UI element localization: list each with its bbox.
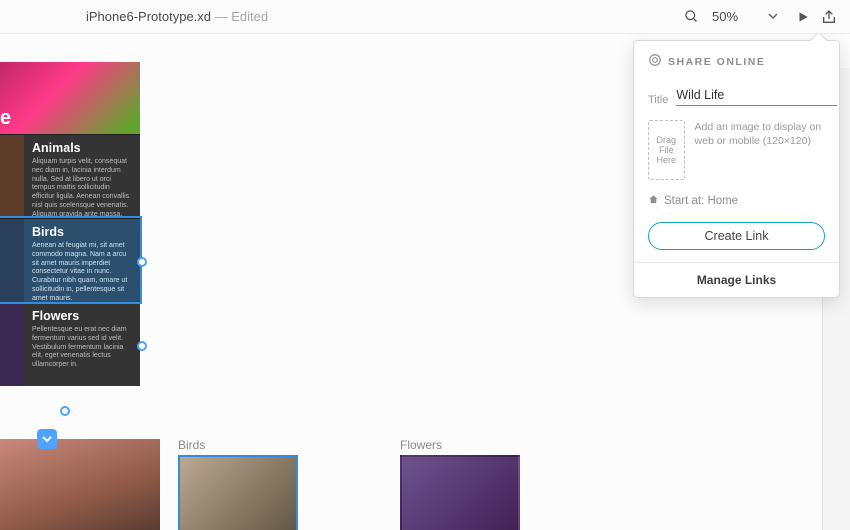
filename: iPhone6-Prototype.xd: [86, 9, 211, 24]
cloud-icon: [648, 53, 662, 70]
list-item-title: Animals: [32, 141, 132, 155]
prototype-canvas[interactable]: e Animals Aliquam turpis velit, consequa…: [0, 34, 850, 530]
share-button[interactable]: [816, 4, 842, 30]
zoom-control[interactable]: 50%: [678, 4, 778, 30]
create-link-label: Create Link: [705, 229, 769, 243]
flowers-artboard[interactable]: Flowers: [400, 438, 520, 530]
list-thumb-animals: [0, 135, 24, 218]
create-link-button[interactable]: Create Link: [648, 222, 825, 250]
top-bar: iPhone6-Prototype.xd — Edited 50%: [0, 0, 850, 34]
connection-handle[interactable]: [137, 257, 147, 267]
drop-zone-hint: Add an image to display on web or mobile…: [695, 120, 825, 180]
home-artboard[interactable]: e Animals Aliquam turpis velit, consequa…: [0, 62, 140, 386]
list-item-text: Aliquam turpis velit, consequat nec diam…: [32, 158, 132, 218]
zoom-value: 50%: [712, 9, 752, 24]
edited-indicator: — Edited: [211, 9, 268, 24]
list-item-title: Birds: [32, 225, 132, 239]
birds-artboard[interactable]: Birds: [178, 438, 298, 530]
list-item[interactable]: Animals Aliquam turpis velit, consequat …: [0, 134, 140, 218]
manage-links-label: Manage Links: [697, 273, 776, 287]
list-item[interactable]: Birds Aenean at feugiat mi, sit amet com…: [0, 218, 140, 302]
share-online-popover: SHARE ONLINE Title Drag File Here Add an…: [633, 40, 840, 298]
connection-handle[interactable]: [137, 341, 147, 351]
connection-handle[interactable]: [60, 406, 70, 416]
list-thumb-flowers: [0, 303, 24, 386]
artboard-label: Birds: [178, 438, 298, 452]
start-at-text: Start at: Home: [664, 195, 738, 207]
manage-links-button[interactable]: Manage Links: [634, 262, 839, 297]
popover-heading-text: SHARE ONLINE: [668, 56, 765, 68]
artboard-image: [400, 455, 520, 530]
popover-heading: SHARE ONLINE: [634, 41, 839, 80]
home-icon: [648, 194, 659, 208]
drop-zone-text: Drag File Here: [653, 135, 680, 165]
list-item-text: Aenean at feugiat mi, sit amet commodo m…: [32, 242, 132, 302]
list-item-text: Pellentesque eu erat nec diam fermentum …: [32, 326, 132, 370]
chevron-down-icon: [768, 9, 778, 24]
document-title: iPhone6-Prototype.xd — Edited: [86, 9, 268, 24]
animals-artboard-image: [0, 439, 160, 530]
start-at-row[interactable]: Start at: Home: [648, 194, 825, 208]
artboard-label: Flowers: [400, 438, 520, 452]
artboard-image: [178, 455, 298, 530]
search-icon: [678, 4, 704, 30]
image-drop-zone[interactable]: Drag File Here: [648, 120, 685, 180]
list-item[interactable]: Flowers Pellentesque eu erat nec diam fe…: [0, 302, 140, 386]
hero-image: e: [0, 62, 140, 134]
list-thumb-birds: [0, 219, 24, 302]
branch-down-icon[interactable]: [37, 429, 57, 449]
list-item-title: Flowers: [32, 309, 132, 323]
play-button[interactable]: [790, 4, 816, 30]
title-input[interactable]: [676, 86, 837, 106]
title-label: Title: [648, 94, 668, 106]
hero-letter: e: [0, 107, 11, 130]
